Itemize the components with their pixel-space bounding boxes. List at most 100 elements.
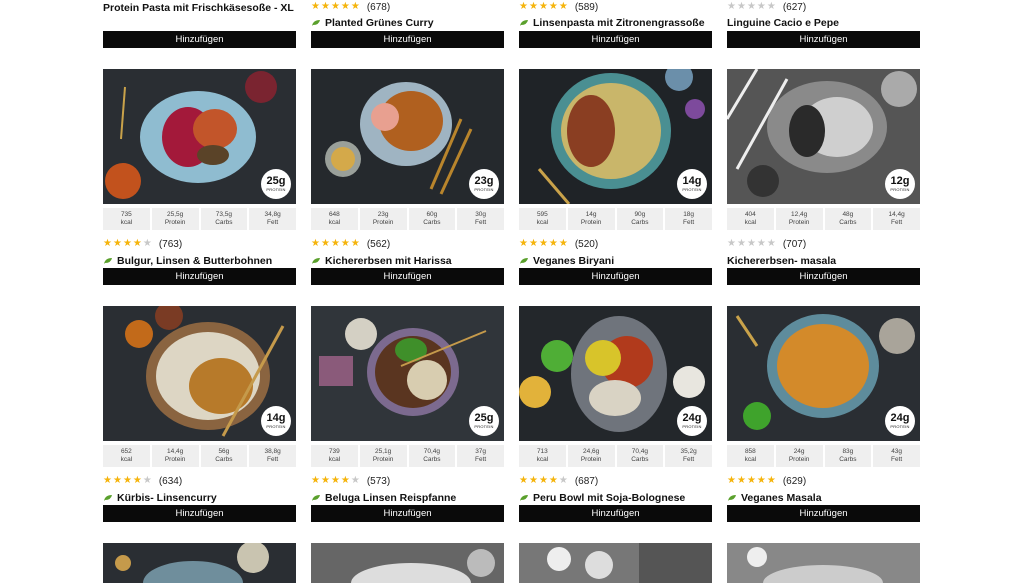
nutrition-protein: 14g Protein — [567, 208, 615, 230]
star-icon: ★ — [311, 1, 320, 12]
vegan-leaf-icon — [312, 495, 320, 501]
rating: ★ ★ ★ ★ ★ (520) — [519, 237, 598, 251]
star-icon: ★ — [538, 1, 548, 12]
food-plate-image — [727, 543, 920, 583]
star-icon: ★ — [311, 238, 320, 249]
nutrition-fat: 35,2g Fett — [665, 445, 712, 467]
recipe-title[interactable]: Peru Bowl mit Soja-Bolognese — [519, 491, 685, 505]
add-to-cart-button[interactable]: Hinzufügen — [727, 31, 920, 48]
add-to-cart-button[interactable]: Hinzufügen — [311, 268, 504, 285]
star-icon: ★ — [756, 1, 766, 12]
nutrition-fat: 38,8g Fett — [249, 445, 296, 467]
recipe-photo[interactable] — [519, 543, 712, 583]
protein-badge: 24g PROTEIN — [885, 406, 915, 436]
rating-count: (687) — [574, 475, 599, 487]
food-plate-image — [519, 543, 712, 583]
add-to-cart-button[interactable]: Hinzufügen — [311, 31, 504, 48]
recipe-photo[interactable]: 24g PROTEIN — [519, 306, 712, 441]
star-icon: ★ — [142, 238, 152, 249]
star-icon: ★ — [320, 1, 330, 12]
star-icon: ★ — [766, 475, 776, 486]
add-to-cart-button[interactable]: Hinzufügen — [519, 505, 712, 522]
vegan-leaf-icon — [520, 258, 528, 264]
recipe-title[interactable]: Bulgur, Linsen & Butterbohnen — [103, 254, 272, 268]
add-to-cart-button[interactable]: Hinzufügen — [103, 31, 296, 48]
vegan-leaf-icon — [104, 258, 112, 264]
recipe-title[interactable]: Kürbis- Linsencurry — [103, 491, 217, 505]
recipe-photo[interactable]: 24g PROTEIN — [727, 306, 920, 441]
star-icon: ★ — [746, 475, 756, 486]
recipe-photo[interactable]: 23g PROTEIN — [311, 69, 504, 204]
add-to-cart-button[interactable]: Hinzufügen — [103, 268, 296, 285]
recipe-photo[interactable]: 14g PROTEIN — [519, 69, 712, 204]
half-star-icon: ★ — [350, 238, 360, 249]
rating-count: (573) — [366, 475, 391, 487]
recipe-title[interactable]: Linguine Cacio e Pepe — [727, 16, 839, 30]
add-to-cart-button[interactable]: Hinzufügen — [727, 505, 920, 522]
recipe-photo[interactable]: 25g PROTEIN — [103, 69, 296, 204]
add-to-cart-button[interactable]: Hinzufügen — [519, 268, 712, 285]
recipe-photo[interactable] — [311, 543, 504, 583]
nutrition-kcal: 652 kcal — [103, 445, 150, 467]
recipe-title[interactable]: Protein Pasta mit Frischkäsesoße - XL — [103, 1, 294, 15]
protein-badge: 24g PROTEIN — [677, 406, 707, 436]
nutrition-facts: 648 kcal 23g Protein 60g Carbs 30g Fett — [311, 208, 504, 230]
protein-badge: 23g PROTEIN — [469, 169, 499, 199]
add-to-cart-button[interactable]: Hinzufügen — [519, 31, 712, 48]
star-icon: ★ — [766, 1, 776, 12]
nutrition-facts: 713 kcal 24,6g Protein 70,4g Carbs 35,2g Fet… — [519, 445, 712, 467]
recipe-photo[interactable]: 12g PROTEIN — [727, 69, 920, 204]
recipe-title[interactable]: Veganes Masala — [727, 491, 822, 505]
nutrition-fat: 43g Fett — [873, 445, 920, 467]
star-icon: ★ — [103, 475, 112, 486]
recipe-title[interactable]: Beluga Linsen Reispfanne — [311, 491, 456, 505]
recipe-title[interactable]: Linsenpasta mit Zitronengrassoße — [519, 16, 705, 30]
rating-count: (678) — [366, 1, 391, 13]
recipe-photo[interactable]: 25g PROTEIN — [311, 306, 504, 441]
rating: ★ ★ ★ ★ ★ (573) — [311, 474, 390, 488]
protein-badge: 14g PROTEIN — [261, 406, 291, 436]
recipe-photo[interactable] — [103, 543, 296, 583]
star-icon: ★ — [538, 238, 548, 249]
nutrition-kcal: 739 kcal — [311, 445, 358, 467]
star-icon: ★ — [330, 1, 340, 12]
add-to-cart-button[interactable]: Hinzufügen — [727, 268, 920, 285]
rating-count: (763) — [158, 238, 183, 250]
nutrition-facts: 735 kcal 25,5g Protein 73,5g Carbs 34,8g Fet… — [103, 208, 296, 230]
star-icon: ★ — [756, 238, 766, 249]
nutrition-protein: 14,4g Protein — [151, 445, 199, 467]
recipe-title[interactable]: Kichererbsen mit Harissa — [311, 254, 452, 268]
star-icon: ★ — [746, 238, 756, 249]
nutrition-carbs: 56g Carbs — [200, 445, 248, 467]
rating: ★ ★ ★ ★ ★ (562) — [311, 237, 390, 251]
add-to-cart-button[interactable]: Hinzufügen — [311, 505, 504, 522]
vegan-leaf-icon — [312, 20, 320, 26]
rating-count: (627) — [782, 1, 807, 13]
star-icon: ★ — [736, 1, 746, 12]
star-icon: ★ — [122, 475, 132, 486]
star-icon: ★ — [132, 238, 142, 249]
food-plate-image — [103, 543, 296, 583]
star-icon: ★ — [103, 238, 112, 249]
vegan-leaf-icon — [520, 20, 528, 26]
vegan-leaf-icon — [728, 495, 736, 501]
star-icon: ★ — [766, 238, 776, 249]
star-icon: ★ — [340, 238, 350, 249]
half-star-icon: ★ — [558, 1, 568, 12]
recipe-photo[interactable] — [727, 543, 920, 583]
nutrition-fat: 34,8g Fett — [249, 208, 296, 230]
nutrition-protein: 25,1g Protein — [359, 445, 407, 467]
recipe-title[interactable]: Planted Grünes Curry — [311, 16, 434, 30]
protein-badge: 25g PROTEIN — [469, 406, 499, 436]
rating: ★ ★ ★ ★ ★ (763) — [103, 237, 182, 251]
recipe-title[interactable]: Veganes Biryani — [519, 254, 614, 268]
star-icon: ★ — [756, 475, 766, 486]
star-icon: ★ — [340, 1, 350, 12]
nutrition-kcal: 713 kcal — [519, 445, 566, 467]
star-icon: ★ — [727, 1, 736, 12]
nutrition-protein: 24g Protein — [775, 445, 823, 467]
add-to-cart-button[interactable]: Hinzufügen — [103, 505, 296, 522]
star-icon: ★ — [548, 475, 558, 486]
recipe-photo[interactable]: 14g PROTEIN — [103, 306, 296, 441]
recipe-title[interactable]: Kichererbsen- masala — [727, 254, 836, 268]
